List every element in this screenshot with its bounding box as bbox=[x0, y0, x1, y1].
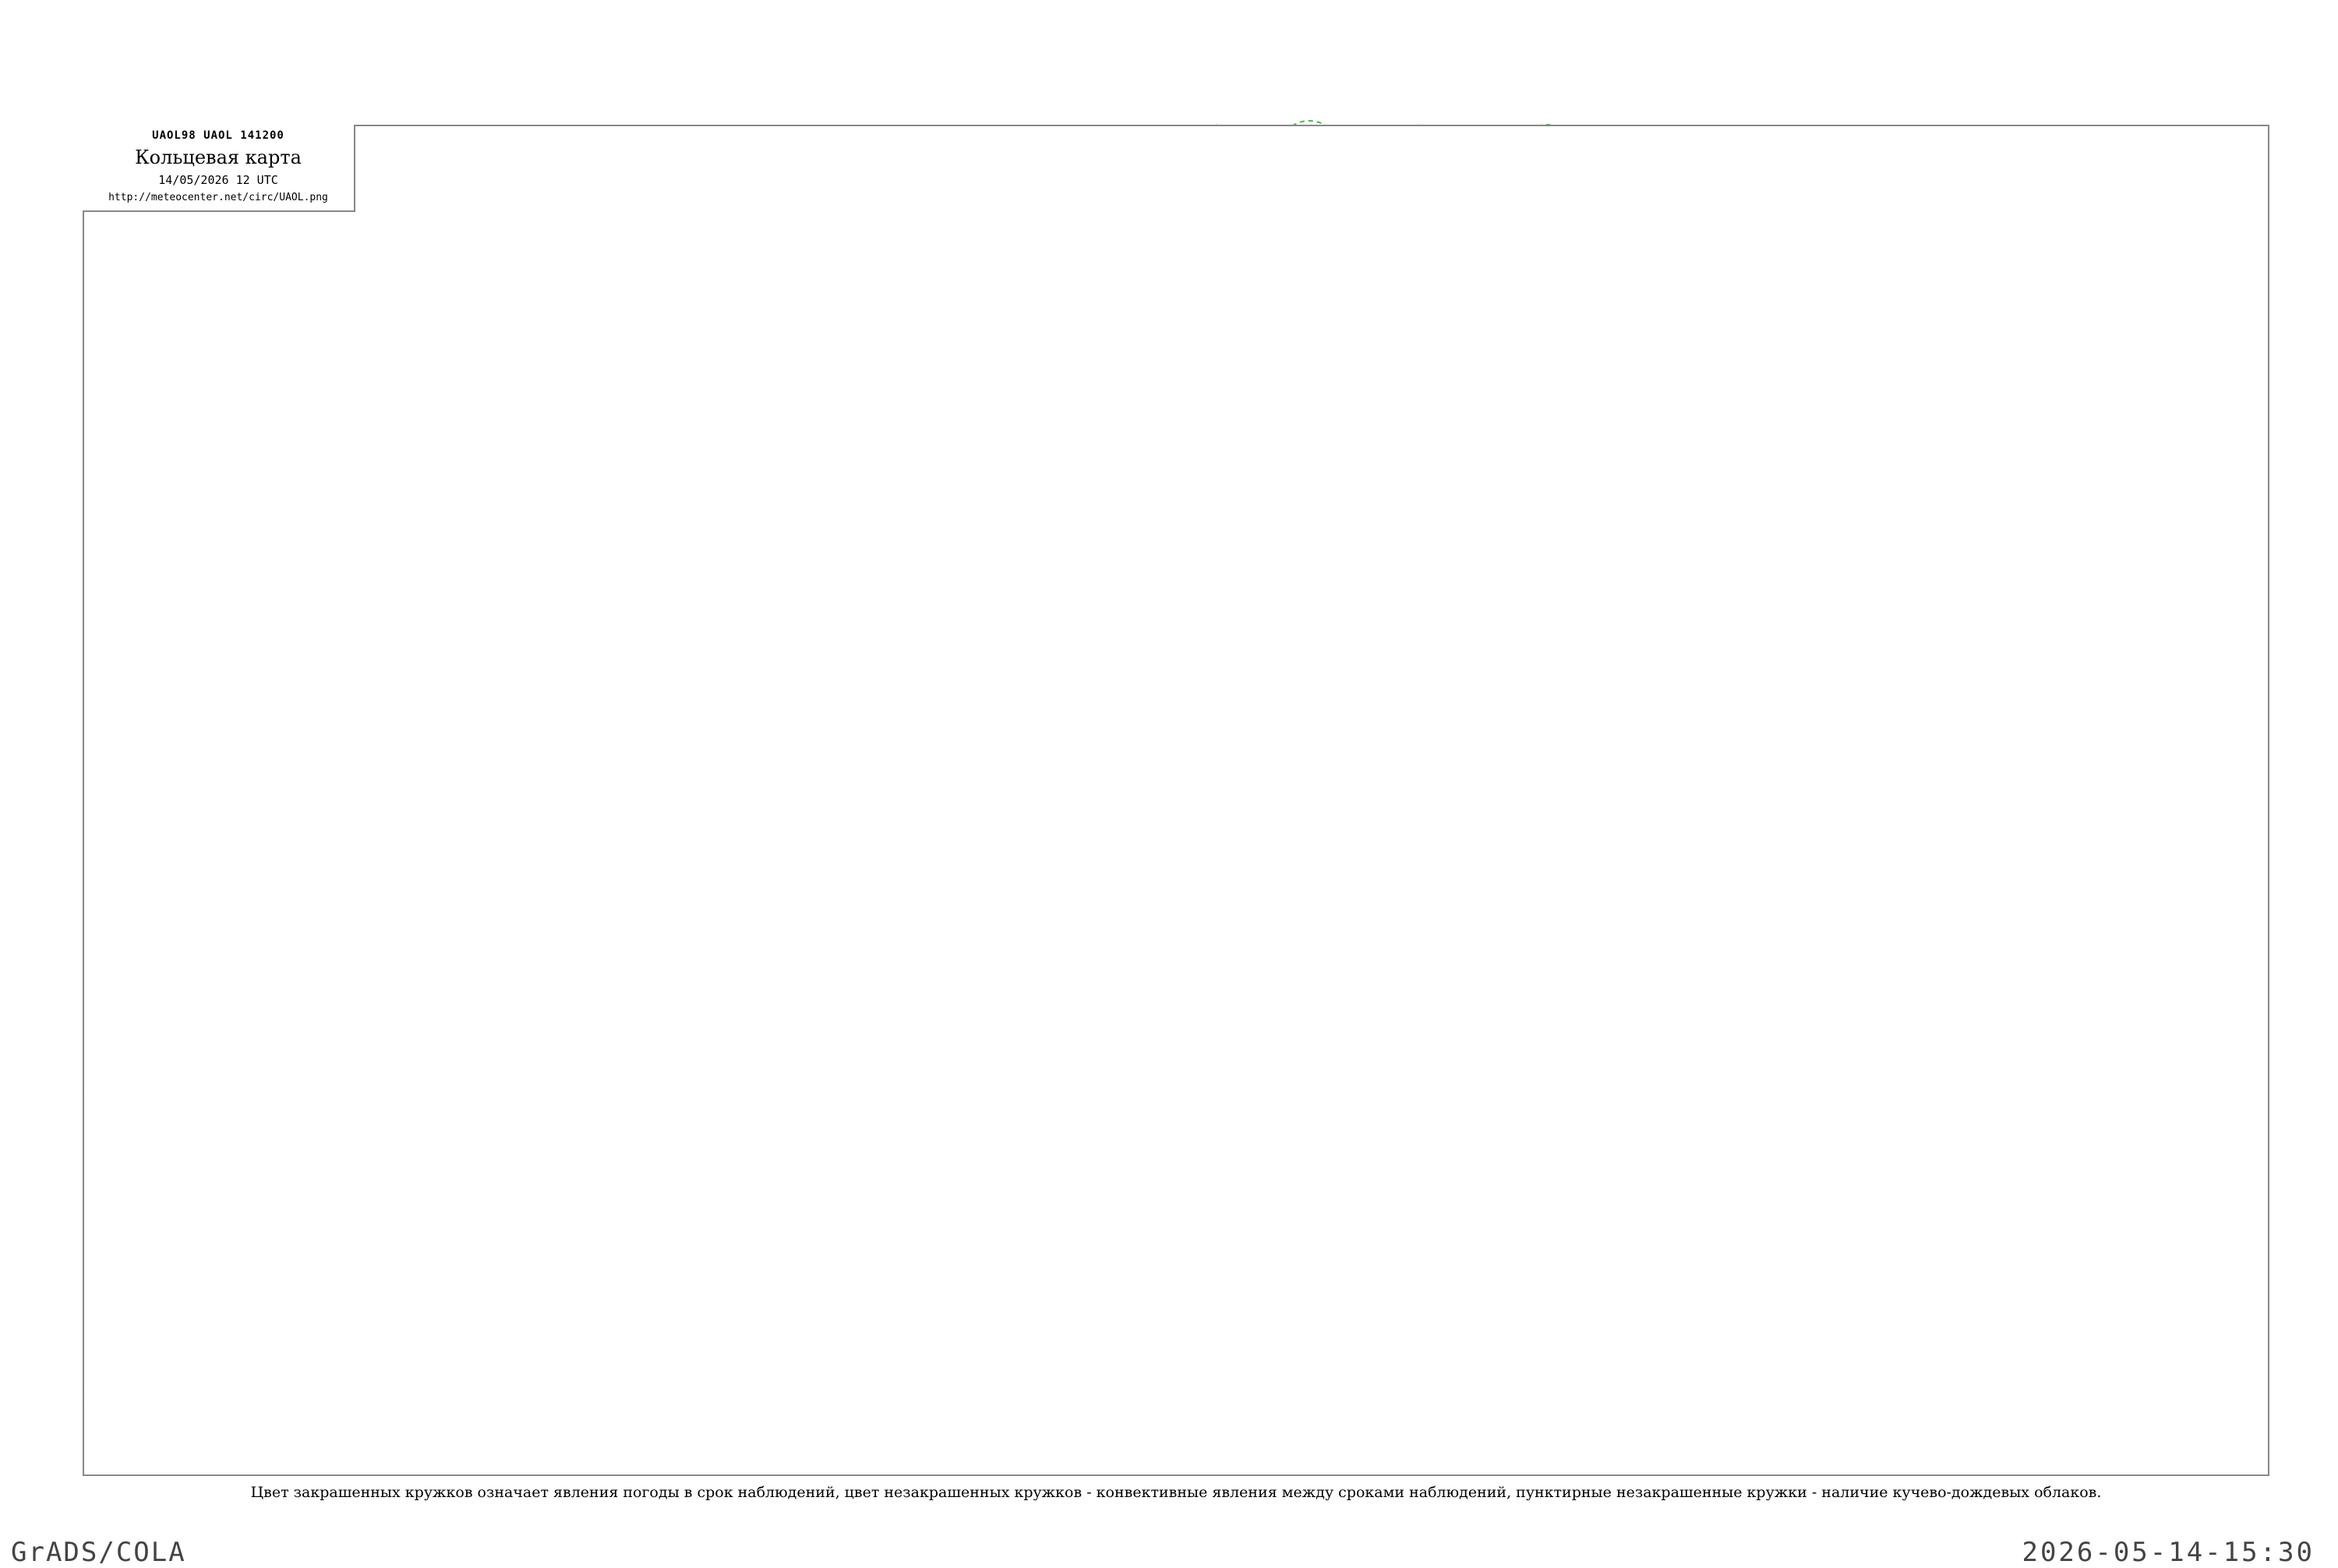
footer-software-label: GrADS/COLA bbox=[11, 1537, 186, 1568]
map-title-box: UAOL98 UAOL 141200 Кольцевая карта 14/05… bbox=[83, 125, 355, 212]
bulletin-code: UAOL98 UAOL 141200 bbox=[152, 129, 284, 142]
map-caption: Цвет закрашенных кружков означает явлени… bbox=[250, 1484, 2102, 1501]
footer-timestamp: 2026-05-14-15:30 bbox=[2022, 1537, 2315, 1568]
map-frame bbox=[83, 125, 2269, 1476]
map-date: 14/05/2026 12 UTC bbox=[158, 173, 278, 187]
map-url: http://meteocenter.net/circ/UAOL.png bbox=[108, 192, 328, 203]
map-title: Кольцевая карта bbox=[135, 147, 302, 168]
